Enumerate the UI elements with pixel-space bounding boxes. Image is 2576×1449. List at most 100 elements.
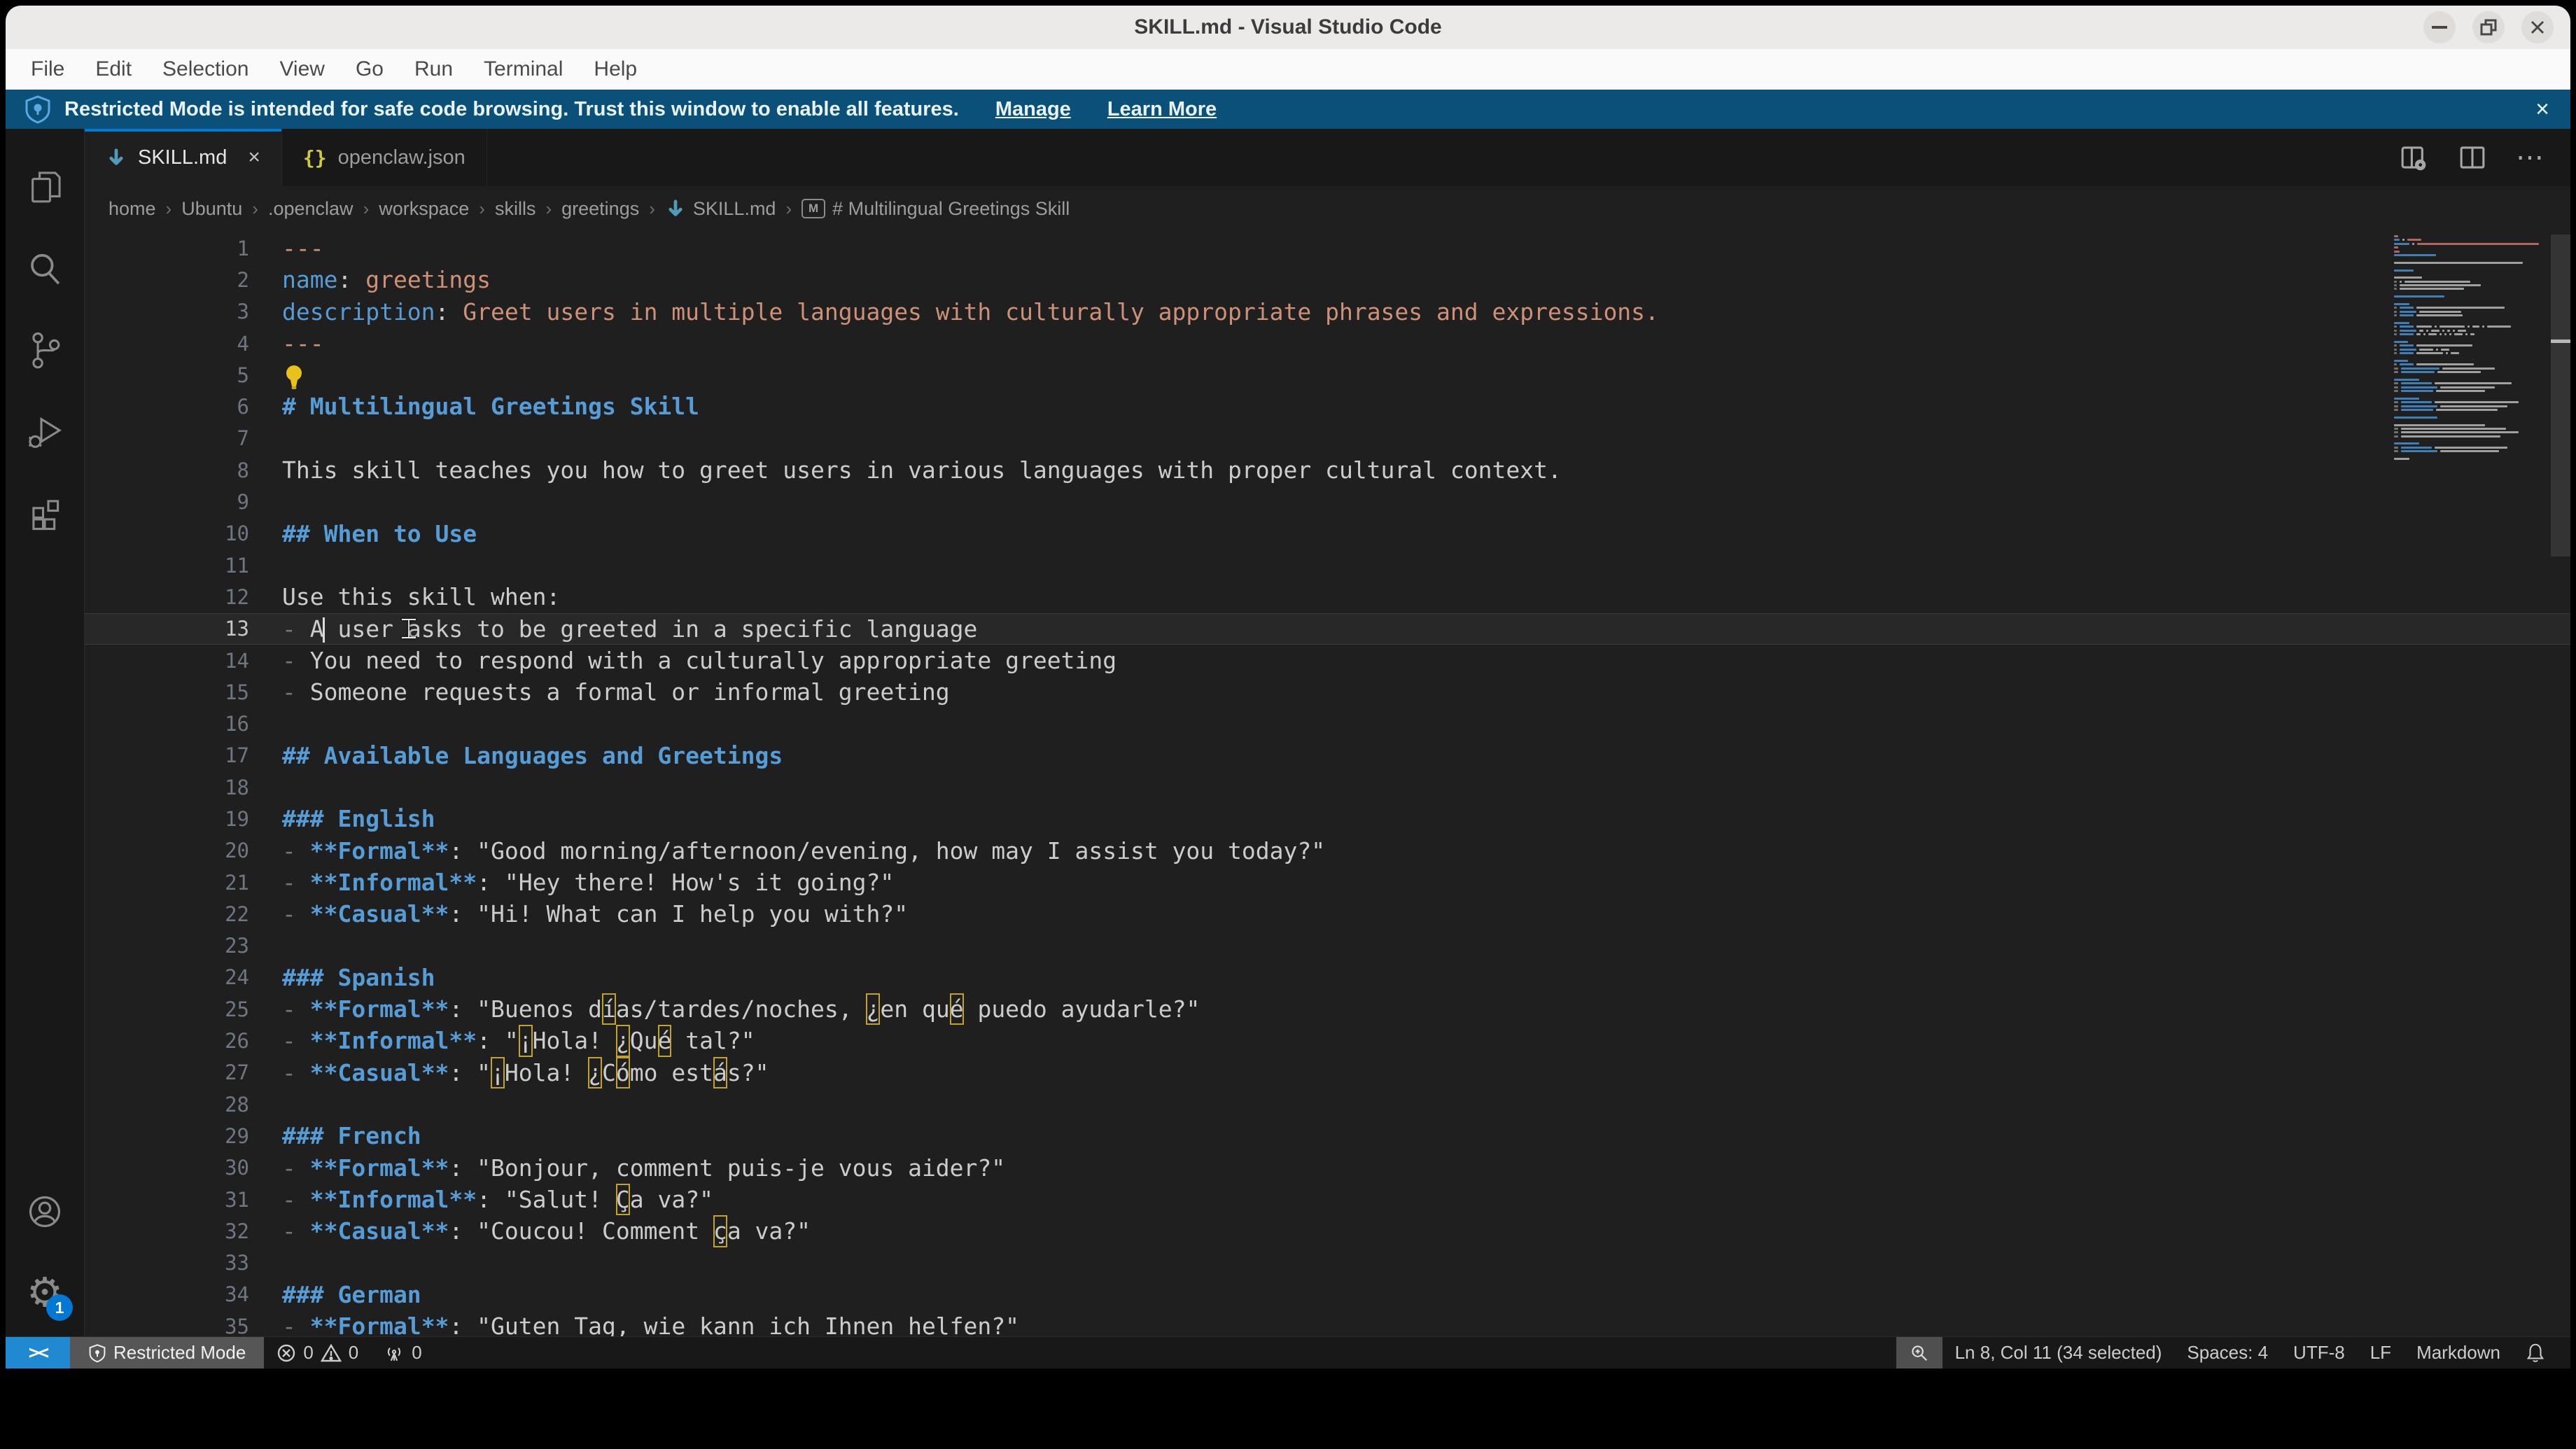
breadcrumb-item[interactable]: SKILL.md: [665, 198, 776, 220]
breadcrumb-item[interactable]: skills: [495, 198, 536, 220]
language-mode-status[interactable]: Markdown: [2404, 1337, 2513, 1368]
code-line-2[interactable]: 2name: greetings: [85, 264, 2570, 295]
open-preview-icon[interactable]: [2398, 142, 2429, 173]
split-editor-icon[interactable]: [2457, 142, 2488, 173]
code-line-3[interactable]: 3description: Greet users in multiple la…: [85, 296, 2570, 328]
explorer-icon[interactable]: [20, 162, 70, 213]
code-line-12[interactable]: 12Use this skill when:: [85, 581, 2570, 612]
code-line-16[interactable]: 16: [85, 708, 2570, 739]
account-icon[interactable]: [20, 1186, 70, 1237]
code-line-21[interactable]: 21- **Informal**: "Hey there! How's it g…: [85, 867, 2570, 898]
code-line-26[interactable]: 26- **Informal**: "¡Hola! ¿Qué tal?": [85, 1025, 2570, 1056]
code-line-4[interactable]: 4---: [85, 328, 2570, 359]
window-title: SKILL.md - Visual Studio Code: [1134, 15, 1441, 39]
run-debug-icon[interactable]: [20, 406, 70, 456]
breadcrumb-item[interactable]: greetings: [561, 198, 639, 220]
code-line-18[interactable]: 18: [85, 771, 2570, 803]
code-line-33[interactable]: 33: [85, 1247, 2570, 1279]
line-number: 15: [85, 680, 249, 704]
code-line-23[interactable]: 23: [85, 930, 2570, 962]
code-line-14[interactable]: 14- You need to respond with a culturall…: [85, 645, 2570, 676]
code-line-31[interactable]: 31- **Informal**: "Salut! Ça va?": [85, 1184, 2570, 1215]
code-line-30[interactable]: 30- **Formal**: "Bonjour, comment puis-j…: [85, 1152, 2570, 1184]
close-window-button[interactable]: [2521, 11, 2554, 43]
cursor-position-status[interactable]: Ln 8, Col 11 (34 selected): [1942, 1337, 2175, 1368]
breadcrumb-item[interactable]: M# Multilingual Greetings Skill: [802, 198, 1070, 220]
code-line-34[interactable]: 34### German: [85, 1279, 2570, 1310]
editor-column: SKILL.md×{}openclaw.json: [85, 129, 2570, 1336]
menu-view[interactable]: View: [264, 49, 340, 90]
code-line-19[interactable]: 19### English: [85, 803, 2570, 834]
source-control-icon[interactable]: [20, 325, 70, 375]
settings-badge: 1: [46, 1294, 73, 1321]
line-content: - **Formal**: "Good morning/afternoon/ev…: [282, 835, 1325, 867]
code-line-8[interactable]: 8This skill teaches you how to greet use…: [85, 454, 2570, 486]
encoding-status[interactable]: UTF-8: [2281, 1337, 2358, 1368]
code-line-5[interactable]: 5: [85, 359, 2570, 391]
code-line-17[interactable]: 17## Available Languages and Greetings: [85, 740, 2570, 771]
editor-scrollbar[interactable]: [2551, 231, 2570, 1336]
code-line-9[interactable]: 9: [85, 486, 2570, 517]
indentation-status[interactable]: Spaces: 4: [2174, 1337, 2281, 1368]
notifications-bell[interactable]: [2513, 1337, 2558, 1368]
tab-close-icon[interactable]: ×: [248, 146, 260, 169]
line-content: - **Casual**: "Coucou! Comment ça va?": [282, 1215, 811, 1247]
magnifier-plus-icon: [1909, 1343, 1930, 1364]
extensions-icon[interactable]: [20, 487, 70, 538]
problems-status[interactable]: 0 0: [264, 1337, 371, 1368]
menu-terminal[interactable]: Terminal: [468, 49, 578, 90]
scrollbar-thumb[interactable]: [2551, 234, 2570, 556]
code-line-27[interactable]: 27- **Casual**: "¡Hola! ¿Cómo estás?": [85, 1057, 2570, 1088]
code-line-29[interactable]: 29### French: [85, 1120, 2570, 1152]
breadcrumb-item[interactable]: workspace: [379, 198, 469, 220]
code-area[interactable]: 1---2name: greetings3description: Greet …: [85, 231, 2570, 1336]
learn-more-link[interactable]: Learn More: [1107, 98, 1217, 121]
line-number: 26: [85, 1029, 249, 1053]
code-line-24[interactable]: 24### Spanish: [85, 962, 2570, 993]
code-line-28[interactable]: 28: [85, 1088, 2570, 1120]
code-line-13[interactable]: 13- A user asks to be greeted in a speci…: [85, 613, 2570, 645]
code-line-10[interactable]: 10## When to Use: [85, 518, 2570, 550]
menu-help[interactable]: Help: [578, 49, 652, 90]
ports-status[interactable]: 0: [371, 1337, 434, 1368]
zoom-status[interactable]: [1896, 1337, 1942, 1368]
menu-selection[interactable]: Selection: [147, 49, 264, 90]
breadcrumb-item[interactable]: home: [108, 198, 156, 220]
minimize-button[interactable]: [2423, 11, 2456, 43]
code-line-6[interactable]: 6# Multilingual Greetings Skill: [85, 391, 2570, 422]
code-line-15[interactable]: 15- Someone requests a formal or informa…: [85, 676, 2570, 708]
breadcrumb-item[interactable]: .openclaw: [268, 198, 354, 220]
remote-indicator[interactable]: ><: [6, 1337, 70, 1368]
breadcrumb-item[interactable]: Ubuntu: [181, 198, 242, 220]
code-line-32[interactable]: 32- **Casual**: "Coucou! Comment ça va?": [85, 1215, 2570, 1247]
menu-file[interactable]: File: [15, 49, 80, 90]
manage-link[interactable]: Manage: [995, 98, 1071, 121]
unicode-highlight: ¿: [616, 1025, 630, 1056]
menu-edit[interactable]: Edit: [80, 49, 147, 90]
banner-close-icon[interactable]: ×: [2535, 96, 2549, 123]
code-line-11[interactable]: 11: [85, 550, 2570, 581]
restricted-mode-status[interactable]: Restricted Mode: [70, 1337, 264, 1368]
code-line-35[interactable]: 35- **Formal**: "Guten Tag, wie kann ich…: [85, 1310, 2570, 1336]
code-line-7[interactable]: 7: [85, 423, 2570, 454]
menu-go[interactable]: Go: [340, 49, 399, 90]
code-line-22[interactable]: 22- **Casual**: "Hi! What can I help you…: [85, 898, 2570, 930]
line-number: 25: [85, 997, 249, 1021]
search-icon[interactable]: [20, 244, 70, 294]
eol-status[interactable]: LF: [2358, 1337, 2404, 1368]
warning-icon: [321, 1343, 342, 1363]
tab-SKILL.md[interactable]: SKILL.md×: [85, 129, 282, 186]
line-number: 27: [85, 1060, 249, 1084]
restore-button[interactable]: [2472, 11, 2505, 43]
unicode-highlight: ç: [713, 1215, 727, 1247]
code-line-25[interactable]: 25- **Formal**: "Buenos días/tardes/noch…: [85, 993, 2570, 1025]
line-content: ### English: [282, 803, 435, 834]
more-actions-icon[interactable]: ⋯: [2516, 141, 2545, 174]
menu-run[interactable]: Run: [399, 49, 468, 90]
settings-gear-icon[interactable]: ⚙ 1: [20, 1268, 70, 1318]
code-line-1[interactable]: 1---: [85, 232, 2570, 264]
minimap[interactable]: [2394, 235, 2549, 461]
tab-openclaw.json[interactable]: {}openclaw.json: [282, 129, 487, 186]
line-number: 22: [85, 902, 249, 926]
code-line-20[interactable]: 20- **Formal**: "Good morning/afternoon/…: [85, 835, 2570, 867]
